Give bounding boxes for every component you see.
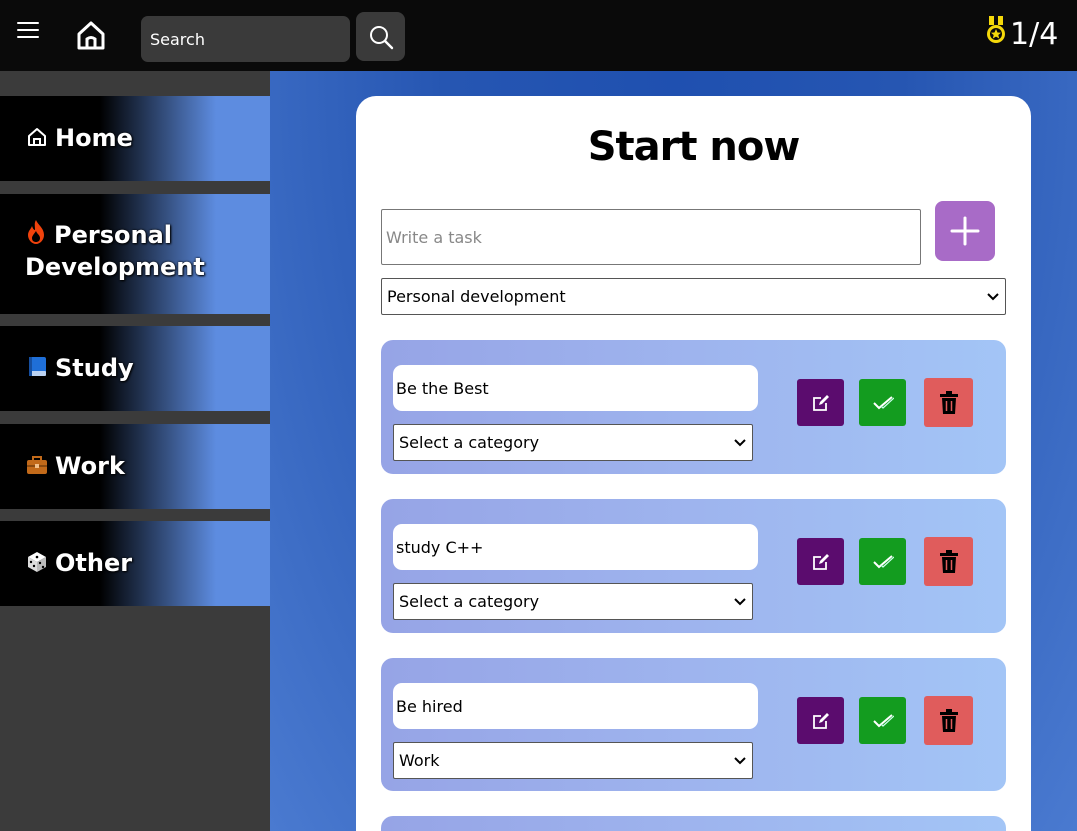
- checkmark-icon: [872, 395, 894, 409]
- task-category-select[interactable]: Select a category: [393, 583, 753, 620]
- complete-button[interactable]: [859, 379, 906, 426]
- checkmark-icon: [872, 554, 894, 568]
- top-bar: 1/4: [0, 0, 1077, 71]
- page-title: Start now: [587, 124, 801, 170]
- task-category-value: Select a category: [399, 592, 540, 611]
- delete-button[interactable]: [924, 378, 973, 427]
- delete-button[interactable]: [924, 537, 973, 586]
- task-name-field[interactable]: study C++: [393, 524, 758, 570]
- trash-icon: [939, 708, 958, 732]
- sidebar-item-label: Work: [55, 452, 125, 480]
- home-icon: [28, 128, 46, 146]
- trash-icon: [939, 549, 958, 573]
- search-input[interactable]: [141, 16, 350, 62]
- search-icon: [369, 25, 393, 49]
- task-category-value: Work: [399, 751, 440, 770]
- trash-icon: [939, 390, 958, 414]
- task-item: Be the Best Select a category: [381, 340, 1006, 474]
- todo-card: Start now Personal development Be the Be…: [356, 96, 1031, 831]
- edit-button[interactable]: [797, 697, 844, 744]
- search-button[interactable]: [356, 12, 405, 61]
- sidebar-item-label: Other: [55, 549, 133, 577]
- sidebar-item-home[interactable]: Home: [0, 96, 270, 181]
- task-input[interactable]: [381, 209, 921, 265]
- sidebar-item-other[interactable]: Other: [0, 521, 270, 606]
- briefcase-icon: [27, 456, 47, 474]
- edit-icon: [812, 394, 829, 411]
- sidebar-item-label: Home: [55, 124, 133, 152]
- edit-button[interactable]: [797, 379, 844, 426]
- task-item: [381, 816, 1006, 831]
- chevron-down-icon: [734, 438, 746, 446]
- chevron-down-icon: [734, 597, 746, 605]
- task-item: Be hired Work: [381, 658, 1006, 791]
- add-task-button[interactable]: [935, 201, 995, 261]
- task-name-field[interactable]: Be hired: [393, 683, 758, 729]
- plus-icon: [950, 216, 980, 246]
- chevron-down-icon: [734, 756, 746, 764]
- main-area: Start now Personal development Be the Be…: [270, 71, 1077, 831]
- task-category-value: Select a category: [399, 433, 540, 452]
- task-category-select[interactable]: Work: [393, 742, 753, 779]
- edit-button[interactable]: [797, 538, 844, 585]
- edit-icon: [812, 712, 829, 729]
- delete-button[interactable]: [924, 696, 973, 745]
- sidebar-item-study[interactable]: Study: [0, 326, 270, 411]
- category-select-value: Personal development: [387, 287, 566, 306]
- checkmark-icon: [872, 713, 894, 727]
- sidebar-item-label-line2: Development: [25, 253, 205, 281]
- chevron-down-icon: [987, 292, 999, 300]
- edit-icon: [812, 553, 829, 570]
- home-icon[interactable]: [74, 18, 108, 52]
- medal-icon: [985, 16, 1007, 46]
- complete-button[interactable]: [859, 697, 906, 744]
- complete-button[interactable]: [859, 538, 906, 585]
- sidebar-item-label: Personal: [54, 221, 172, 249]
- score-counter: 1/4: [1010, 17, 1059, 52]
- category-select[interactable]: Personal development: [381, 278, 1006, 315]
- fire-icon: [28, 220, 44, 244]
- book-icon: [29, 357, 46, 376]
- task-item: study C++ Select a category: [381, 499, 1006, 633]
- sidebar-item-work[interactable]: Work: [0, 424, 270, 509]
- dice-icon: [28, 552, 46, 572]
- sidebar-item-personal-development[interactable]: Personal Development: [0, 194, 270, 314]
- task-name-field[interactable]: Be the Best: [393, 365, 758, 411]
- task-category-select[interactable]: Select a category: [393, 424, 753, 461]
- menu-icon[interactable]: [17, 22, 39, 40]
- sidebar-item-label: Study: [55, 354, 134, 382]
- sidebar: Home Personal Development Study Work Oth…: [0, 71, 270, 831]
